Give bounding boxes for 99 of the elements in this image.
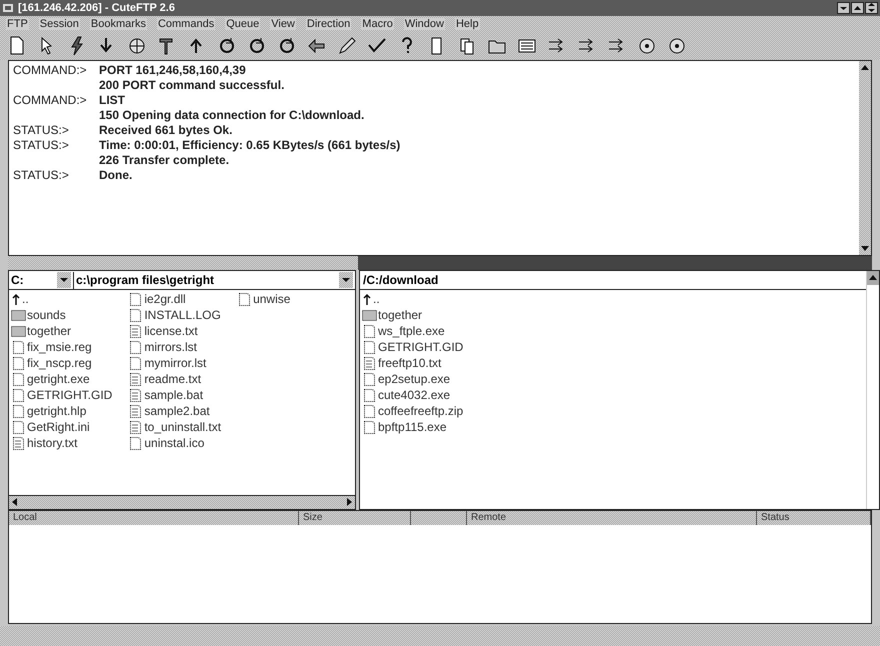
text-file-icon bbox=[128, 388, 144, 402]
up-arrow-icon bbox=[11, 292, 21, 306]
text-file-icon bbox=[11, 436, 26, 450]
file-item[interactable]: sample.bat bbox=[128, 387, 222, 403]
text-file-icon bbox=[128, 324, 144, 338]
file-item[interactable]: GETRIGHT.GID bbox=[362, 339, 464, 355]
file-item[interactable]: history.txt bbox=[11, 435, 112, 451]
column-header[interactable]: Remote bbox=[467, 511, 757, 525]
scrollbar[interactable] bbox=[859, 61, 871, 255]
file-item[interactable]: .. bbox=[11, 291, 112, 307]
menu-item[interactable]: Queue bbox=[225, 18, 260, 30]
file-item[interactable]: together bbox=[11, 323, 112, 339]
log-message: 226 Transfer complete. bbox=[99, 153, 230, 168]
column-header[interactable]: Size bbox=[299, 511, 411, 525]
menu-item[interactable]: Help bbox=[454, 18, 480, 30]
path-dropdown[interactable]: c:\program files\getright bbox=[74, 272, 355, 288]
log-message: LIST bbox=[99, 93, 125, 108]
log-prefix: COMMAND:> bbox=[13, 93, 88, 108]
file-item[interactable]: bpftp115.exe bbox=[362, 419, 464, 435]
menu-item[interactable]: Bookmarks bbox=[90, 18, 147, 30]
file-item[interactable]: together bbox=[362, 307, 464, 323]
restore-icon[interactable] bbox=[865, 2, 878, 14]
folder-icon bbox=[11, 324, 26, 338]
log-message: Done. bbox=[99, 168, 132, 183]
pencil-icon[interactable] bbox=[336, 35, 358, 57]
file-icon bbox=[237, 292, 252, 306]
file-item[interactable]: cute4032.exe bbox=[362, 387, 464, 403]
text-file-icon bbox=[128, 404, 144, 418]
menu-item[interactable]: Direction bbox=[306, 18, 352, 30]
file-item[interactable]: ws_ftple.exe bbox=[362, 323, 464, 339]
file-icon bbox=[11, 340, 26, 354]
file-icon bbox=[11, 372, 26, 386]
file-icon bbox=[362, 388, 377, 402]
file-item[interactable]: fix_msie.reg bbox=[11, 339, 112, 355]
log-prefix: STATUS:> bbox=[13, 138, 70, 153]
file-item[interactable]: INSTALL.LOG bbox=[128, 307, 222, 323]
log-message: PORT 161,246,58,160,4,39 bbox=[99, 63, 246, 78]
file-item[interactable]: mirrors.lst bbox=[128, 339, 222, 355]
dropdown-arrow-icon bbox=[341, 275, 351, 285]
drive-dropdown[interactable]: C: bbox=[9, 272, 74, 288]
log-message: Time: 0:00:01, Efficiency: 0.65 KBytes/s (661 bytes/s) bbox=[99, 138, 400, 153]
file-item[interactable]: ep2setup.exe bbox=[362, 371, 464, 387]
file-icon bbox=[362, 340, 377, 354]
file-item[interactable]: GetRight.ini bbox=[11, 419, 112, 435]
file-icon bbox=[362, 324, 377, 338]
file-icon bbox=[362, 420, 377, 434]
file-item[interactable]: license.txt bbox=[128, 323, 222, 339]
column-header[interactable]: Status bbox=[757, 511, 871, 525]
log-prefix: COMMAND:> bbox=[13, 63, 88, 78]
menu-item[interactable]: FTP bbox=[6, 18, 29, 30]
file-item[interactable]: unwise bbox=[237, 291, 290, 307]
window-title: [161.246.42.206] - CuteFTP 2.6 bbox=[18, 2, 176, 14]
file-item[interactable]: getright.exe bbox=[11, 371, 112, 387]
file-icon bbox=[11, 420, 26, 434]
menu-item[interactable]: Macro bbox=[361, 18, 394, 30]
file-icon bbox=[128, 340, 144, 354]
file-item[interactable]: freeftp10.txt bbox=[362, 355, 464, 371]
minimize-icon[interactable] bbox=[837, 2, 850, 14]
log-message: 150 Opening data connection for C:\download. bbox=[99, 108, 364, 123]
maximize-icon[interactable] bbox=[851, 2, 864, 14]
file-icon bbox=[362, 404, 377, 418]
file-icon bbox=[11, 404, 26, 418]
file-item[interactable]: readme.txt bbox=[128, 371, 222, 387]
text-file-icon bbox=[128, 372, 144, 386]
log-prefix: STATUS:> bbox=[13, 123, 70, 138]
remote-path: /C:/download bbox=[362, 273, 438, 287]
file-item[interactable]: uninstal.ico bbox=[128, 435, 222, 451]
menu-item[interactable]: Session bbox=[38, 18, 80, 30]
menu-item[interactable]: Window bbox=[404, 18, 445, 30]
file-icon bbox=[11, 356, 26, 370]
file-icon bbox=[128, 356, 144, 370]
file-item[interactable]: mymirror.lst bbox=[128, 355, 222, 371]
file-item[interactable]: getright.hlp bbox=[11, 403, 112, 419]
dropdown-arrow-icon bbox=[59, 275, 69, 285]
file-icon bbox=[11, 388, 26, 402]
text-file-icon bbox=[128, 420, 144, 434]
menu-item[interactable]: Commands bbox=[156, 18, 216, 30]
file-icon bbox=[128, 308, 144, 322]
scrollbar[interactable] bbox=[9, 495, 355, 509]
column-header[interactable]: Local bbox=[9, 511, 299, 525]
file-item[interactable]: GETRIGHT.GID bbox=[11, 387, 112, 403]
file-item[interactable]: to_uninstall.txt bbox=[128, 419, 222, 435]
folder-icon bbox=[362, 308, 377, 322]
file-item[interactable]: sample2.bat bbox=[128, 403, 222, 419]
file-item[interactable]: fix_nscp.reg bbox=[11, 355, 112, 371]
file-item[interactable]: .. bbox=[362, 291, 464, 307]
file-icon bbox=[128, 436, 144, 450]
up-arrow-icon bbox=[362, 292, 372, 306]
file-item[interactable]: sounds bbox=[11, 307, 112, 323]
text-file-icon bbox=[362, 356, 377, 370]
file-icon bbox=[128, 292, 144, 306]
menu-item[interactable]: View bbox=[270, 18, 296, 30]
log-prefix: STATUS:> bbox=[13, 168, 70, 183]
folder-icon bbox=[11, 308, 26, 322]
log-message: 200 PORT command successful. bbox=[99, 78, 284, 93]
file-item[interactable]: coffeefreeftp.zip bbox=[362, 403, 464, 419]
file-icon bbox=[362, 372, 377, 386]
log-message: Received 661 bytes Ok. bbox=[99, 123, 232, 138]
file-item[interactable]: ie2gr.dll bbox=[128, 291, 222, 307]
